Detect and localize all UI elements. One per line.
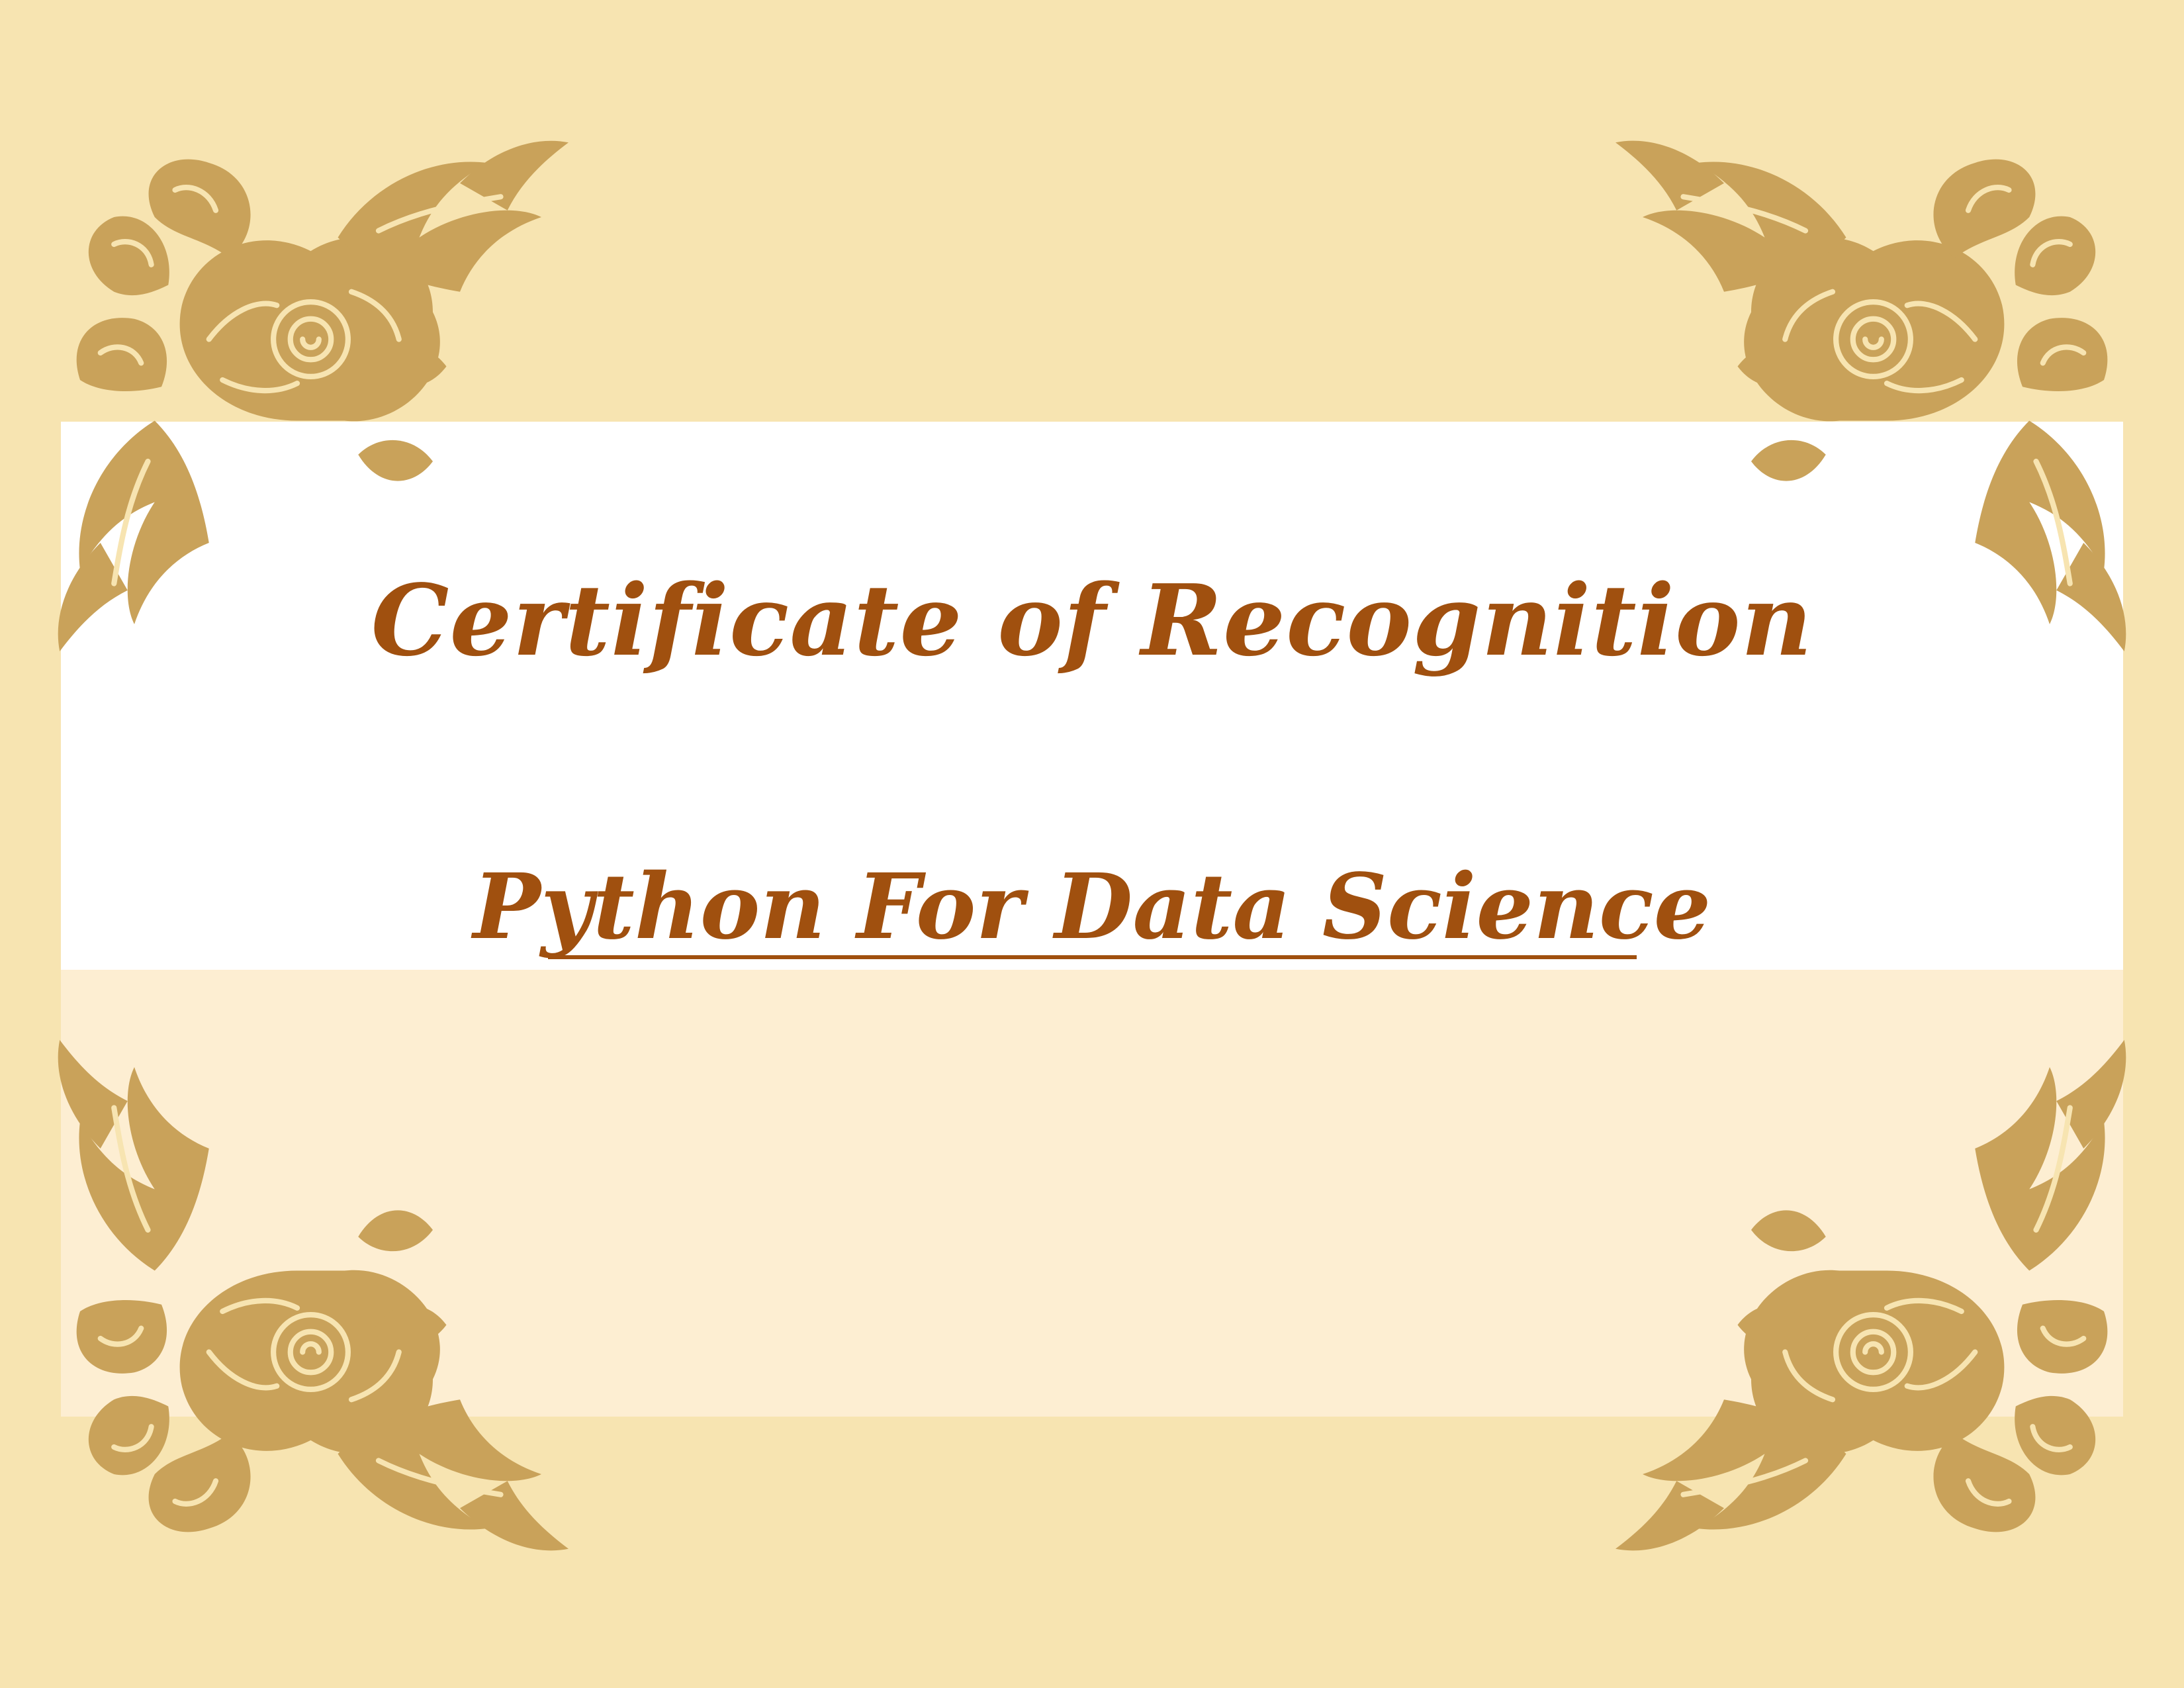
floral-corner-ornament [1588,1013,2131,1556]
floral-corner-ornament [53,1013,596,1556]
certificate-title: Certificate of Recognition [371,563,1813,678]
course-name: Python For Data Science [473,854,1711,960]
course-underline [548,955,1637,959]
certificate-page: Certificate of Recognition Python For Da… [0,0,2184,1688]
